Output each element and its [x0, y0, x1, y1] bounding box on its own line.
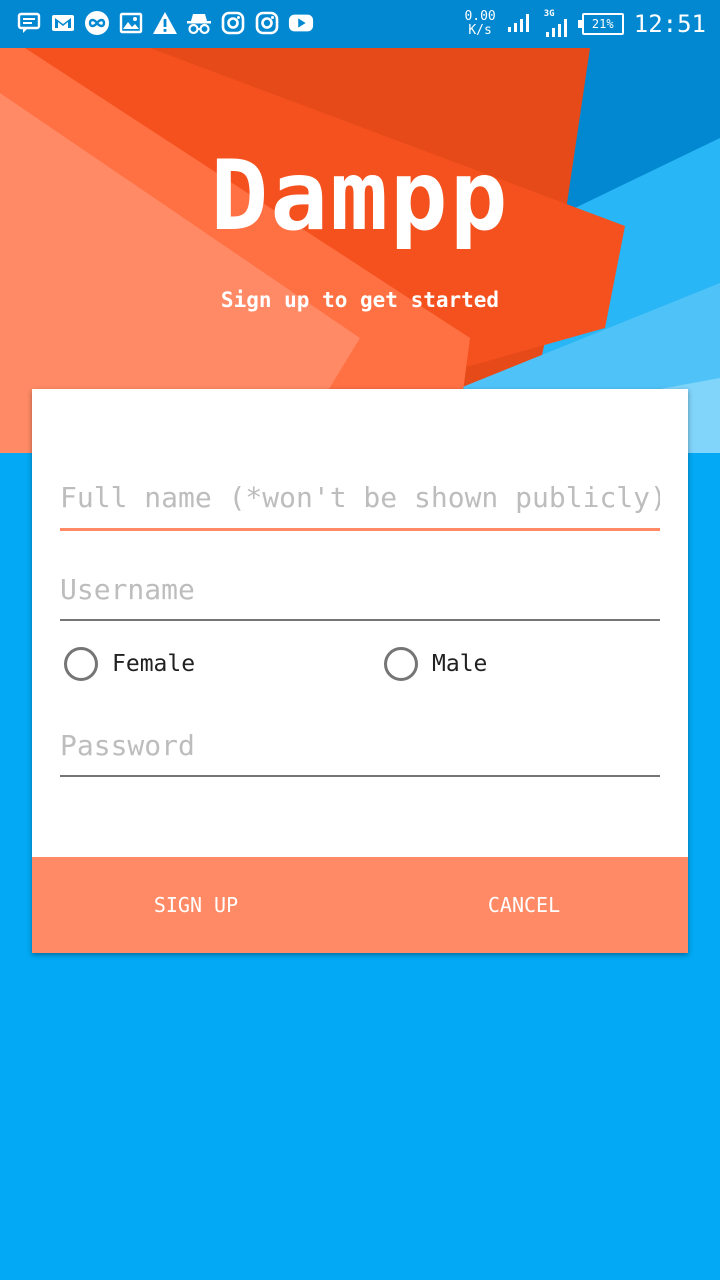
battery-indicator: 21%: [577, 13, 624, 35]
instagram-icon: [220, 10, 246, 36]
password-input[interactable]: [60, 723, 660, 767]
radio-male[interactable]: Male: [382, 647, 487, 681]
instagram-icon: [254, 10, 280, 36]
gender-radio-group: Female Male: [62, 647, 662, 691]
username-underline: [60, 619, 660, 621]
full-name-field: [60, 475, 660, 531]
action-bar: SIGN UP CANCEL: [32, 857, 688, 953]
cancel-button[interactable]: CANCEL: [360, 857, 688, 953]
status-bar: 0.00 K/s 3G 21% 12:51: [0, 0, 720, 48]
image-icon: [118, 10, 144, 36]
tagline: Sign up to get started: [220, 288, 500, 312]
password-field: [60, 723, 660, 777]
radio-male-circle[interactable]: [384, 647, 418, 681]
system-status: 0.00 K/s 3G 21% 12:51: [464, 6, 706, 42]
infinity-icon: [84, 10, 110, 36]
radio-male-label: Male: [432, 651, 488, 677]
radio-female[interactable]: Female: [62, 647, 195, 681]
full-name-underline: [60, 528, 660, 531]
app-title: Dampp: [210, 140, 510, 252]
signal-icon: [506, 10, 534, 38]
radio-female-label: Female: [112, 651, 196, 677]
password-underline: [60, 775, 660, 777]
signup-card: Female Male SIGN UP CANCEL: [32, 389, 688, 953]
sign-up-button[interactable]: SIGN UP: [32, 857, 360, 953]
message-icon: [16, 10, 42, 36]
network-speed-unit: K/s: [468, 23, 492, 38]
warning-icon: [152, 10, 178, 36]
notification-icons: [16, 10, 314, 36]
network-speed: 0.00 K/s: [464, 10, 495, 38]
clock: 12:51: [633, 10, 706, 38]
signal-3g-icon: 3G: [544, 9, 572, 39]
youtube-icon: [288, 10, 314, 36]
full-name-input[interactable]: [60, 475, 660, 519]
network-speed-value: 0.00: [464, 9, 496, 24]
incognito-icon: [186, 10, 212, 36]
username-field: [60, 567, 660, 621]
gmail-icon: [50, 10, 76, 36]
username-input[interactable]: [60, 567, 660, 611]
radio-female-circle[interactable]: [64, 647, 98, 681]
